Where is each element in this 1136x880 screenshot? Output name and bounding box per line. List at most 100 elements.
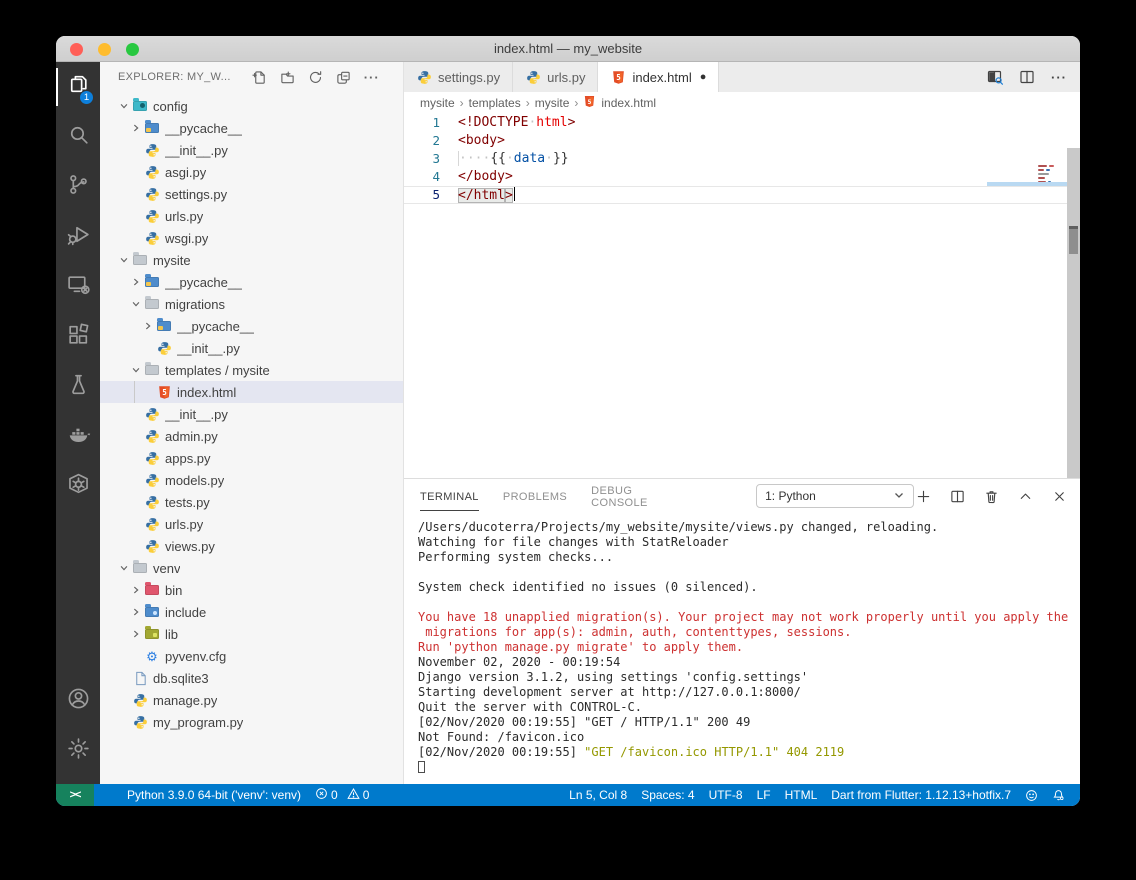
chevron-right-icon[interactable]	[128, 582, 144, 598]
chevron-down-icon[interactable]	[128, 362, 144, 378]
tree-item-my-program-py[interactable]: my_program.py	[100, 711, 403, 733]
tree-item-bin[interactable]: bin	[100, 579, 403, 601]
open-preview-button[interactable]	[986, 68, 1004, 86]
tree-item-migrations[interactable]: migrations	[100, 293, 403, 315]
tree-item--init-py[interactable]: __init__.py	[100, 403, 403, 425]
more-actions-button[interactable]: ···	[1050, 68, 1068, 86]
split-terminal-button[interactable]	[948, 487, 966, 505]
breadcrumb[interactable]: mysite›templates›mysite›5index.html	[404, 92, 1080, 114]
panel-tab-terminal[interactable]: TERMINAL	[420, 482, 479, 511]
activity-bar-item-search[interactable]	[56, 112, 100, 162]
encoding[interactable]: UTF-8	[702, 784, 750, 806]
chevron-right-icon[interactable]	[128, 120, 144, 136]
breadcrumb-item[interactable]: mysite	[420, 96, 455, 110]
tree-item-urls-py[interactable]: urls.py	[100, 513, 403, 535]
tree-item-models-py[interactable]: models.py	[100, 469, 403, 491]
tree-item-manage-py[interactable]: manage.py	[100, 689, 403, 711]
chevron-right-icon[interactable]	[140, 318, 156, 334]
title-bar[interactable]: index.html — my_website	[56, 36, 1080, 62]
kill-terminal-button[interactable]	[982, 487, 1000, 505]
editor-scrollbar[interactable]	[1067, 148, 1080, 478]
chevron-down-icon[interactable]	[116, 98, 132, 114]
tree-item-settings-py[interactable]: settings.py	[100, 183, 403, 205]
language-mode[interactable]: HTML	[778, 784, 825, 806]
breadcrumb-item[interactable]: mysite	[535, 96, 570, 110]
chevron-right-icon[interactable]	[128, 274, 144, 290]
close-panel-button[interactable]	[1050, 487, 1068, 505]
chevron-down-icon[interactable]	[116, 560, 132, 576]
tree-item-config[interactable]: config	[100, 95, 403, 117]
activity-bar-item-explorer[interactable]: 1	[56, 62, 100, 112]
tree-item-index-html[interactable]: 5index.html	[100, 381, 403, 403]
maximize-panel-button[interactable]	[1016, 487, 1034, 505]
collapse-all-button[interactable]	[335, 68, 353, 86]
code-line-5[interactable]: 5</html>	[404, 186, 1080, 204]
notifications-bell-icon[interactable]	[1045, 784, 1072, 806]
activity-bar-item-docker[interactable]	[56, 412, 100, 462]
activity-bar-item-extensions[interactable]	[56, 312, 100, 362]
python-interpreter-label: Python 3.9.0 64-bit ('venv': venv)	[127, 788, 301, 802]
activity-bar-item-kubernetes[interactable]	[56, 462, 100, 512]
python-interpreter-indicator[interactable]: Python 3.9.0 64-bit ('venv': venv)	[120, 784, 308, 806]
tree-item-mysite[interactable]: mysite	[100, 249, 403, 271]
eol[interactable]: LF	[750, 784, 778, 806]
split-editor-button[interactable]	[1018, 68, 1036, 86]
new-folder-button[interactable]	[279, 68, 297, 86]
tree-item-admin-py[interactable]: admin.py	[100, 425, 403, 447]
activity-bar-item-account[interactable]	[56, 676, 100, 726]
refresh-button[interactable]	[307, 68, 325, 86]
tree-item--pycache-[interactable]: __pycache__	[100, 117, 403, 139]
new-terminal-button[interactable]	[914, 487, 932, 505]
panel-tab-problems[interactable]: PROBLEMS	[503, 482, 567, 510]
modified-dot-icon[interactable]: ●	[700, 71, 707, 83]
chevron-right-icon[interactable]	[128, 626, 144, 642]
indent-setting[interactable]: Spaces: 4	[634, 784, 701, 806]
activity-bar-item-settings[interactable]	[56, 726, 100, 776]
tree-item--pycache-[interactable]: __pycache__	[100, 315, 403, 337]
code-line-1[interactable]: 1<!DOCTYPE·html>	[404, 114, 1080, 132]
tree-item-db-sqlite3[interactable]: db.sqlite3	[100, 667, 403, 689]
tab-settings-py[interactable]: settings.py	[404, 62, 513, 92]
tree-item--init-py[interactable]: __init__.py	[100, 337, 403, 359]
code-text: </body>	[458, 168, 513, 186]
code-editor[interactable]: 1<!DOCTYPE·html>2<body>3····{{·data·}}4<…	[404, 114, 1080, 478]
activity-bar-item-remote-explorer[interactable]	[56, 262, 100, 312]
tree-item-venv[interactable]: venv	[100, 557, 403, 579]
tree-item-asgi-py[interactable]: asgi.py	[100, 161, 403, 183]
tree-item-wsgi-py[interactable]: wsgi.py	[100, 227, 403, 249]
chevron-right-icon[interactable]	[128, 604, 144, 620]
tree-item-urls-py[interactable]: urls.py	[100, 205, 403, 227]
tree-item-include[interactable]: include	[100, 601, 403, 623]
tree-item--pycache-[interactable]: __pycache__	[100, 271, 403, 293]
tree-item-templates-mysite[interactable]: templates / mysite	[100, 359, 403, 381]
new-file-button[interactable]	[251, 68, 269, 86]
tree-item-apps-py[interactable]: apps.py	[100, 447, 403, 469]
cursor-position[interactable]: Ln 5, Col 8	[562, 784, 634, 806]
editor-scrollbar-thumb[interactable]	[1069, 226, 1078, 254]
dart-flutter-version[interactable]: Dart from Flutter: 1.12.13+hotfix.7	[824, 784, 1018, 806]
tree-item-pyvenv-cfg[interactable]: ⚙pyvenv.cfg	[100, 645, 403, 667]
chevron-down-icon[interactable]	[128, 296, 144, 312]
code-line-3[interactable]: 3····{{·data·}}	[404, 150, 1080, 168]
problems-indicator[interactable]: 0 0	[308, 784, 376, 806]
activity-bar-item-run-debug[interactable]	[56, 212, 100, 262]
chevron-down-icon[interactable]	[116, 252, 132, 268]
terminal-output[interactable]: /Users/ducoterra/Projects/my_website/mys…	[404, 513, 1080, 784]
breadcrumb-item[interactable]: templates	[469, 96, 521, 110]
tree-item--init-py[interactable]: __init__.py	[100, 139, 403, 161]
panel-tab-debug-console[interactable]: DEBUG CONSOLE	[591, 476, 692, 516]
activity-bar-item-source-control[interactable]	[56, 162, 100, 212]
code-line-4[interactable]: 4</body>	[404, 168, 1080, 186]
tree-item-lib[interactable]: lib	[100, 623, 403, 645]
tab-index-html[interactable]: 5index.html●	[598, 62, 719, 92]
tab-urls-py[interactable]: urls.py	[513, 62, 598, 92]
code-line-2[interactable]: 2<body>	[404, 132, 1080, 150]
breadcrumb-item[interactable]: index.html	[601, 96, 656, 110]
terminal-selector-dropdown[interactable]: 1: Python	[756, 484, 914, 508]
more-actions-button[interactable]: ···	[363, 68, 381, 86]
tree-item-tests-py[interactable]: tests.py	[100, 491, 403, 513]
feedback-icon[interactable]	[1018, 784, 1045, 806]
remote-indicator[interactable]: ><	[56, 784, 94, 806]
tree-item-views-py[interactable]: views.py	[100, 535, 403, 557]
activity-bar-item-testing[interactable]	[56, 362, 100, 412]
